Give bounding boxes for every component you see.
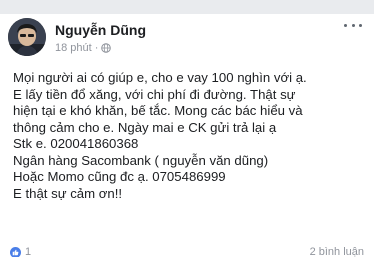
more-options-icon[interactable] <box>344 18 362 32</box>
post-meta: 18 phút · <box>55 42 112 54</box>
avatar-image <box>8 18 46 56</box>
post-body: Mọi người ai có giúp e, cho e vay 100 ng… <box>13 70 369 202</box>
meta-separator: · <box>94 42 99 54</box>
more-dot <box>351 23 355 27</box>
comment-count[interactable]: 2 bình luận <box>310 246 364 257</box>
like-count[interactable]: 1 <box>25 246 31 257</box>
post-line: hiện tại e khó khăn, bế tắc. Mong các bá… <box>13 103 303 118</box>
post-line: Ngân hàng Sacombank ( nguyễn văn dũng) <box>13 152 269 168</box>
facebook-post: Nguyễn Dũng 18 phút · Mọi người ai có gi… <box>0 0 374 257</box>
post-footer: 1 2 bình luận <box>0 245 374 257</box>
avatar[interactable] <box>8 18 46 56</box>
more-dot <box>359 23 362 27</box>
top-bar <box>0 0 374 14</box>
post-line: Stk e. 020041860368 <box>13 136 139 151</box>
post-line: Mọi người ai có giúp e, cho e vay 100 ng… <box>13 70 307 85</box>
globe-icon[interactable] <box>101 43 112 53</box>
post-line: E lấy tiền đổ xăng, với chi phí đi đường… <box>13 86 296 102</box>
timestamp[interactable]: 18 phút <box>55 42 92 54</box>
more-dot <box>344 23 347 27</box>
like-icon[interactable] <box>10 247 21 257</box>
post-line: thông cảm cho e. Ngày mai e CK gửi trả l… <box>13 119 277 135</box>
post-line: Hoặc Momo cũng đc ạ. 0705486999 <box>13 169 226 184</box>
author-name[interactable]: Nguyễn Dũng <box>55 22 146 38</box>
post-line: E thật sự cảm ơn!! <box>13 185 123 201</box>
